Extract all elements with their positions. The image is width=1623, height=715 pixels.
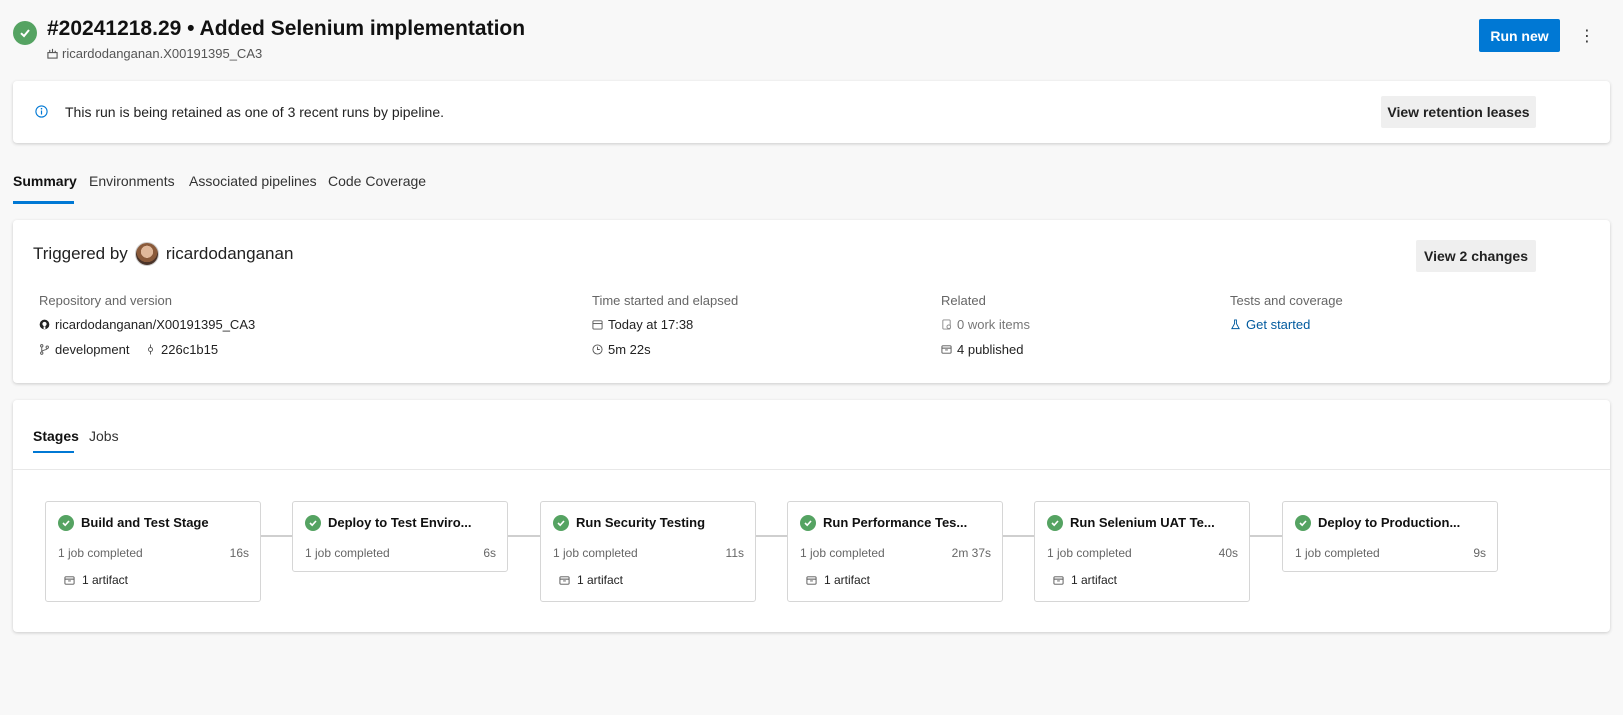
stage-performance-testing[interactable]: Run Performance Tes... 1 job completed 2…	[787, 501, 1003, 602]
stage-artifact-link[interactable]: 1 artifact	[64, 573, 128, 587]
tab-associated-pipelines[interactable]: Associated pipelines	[189, 173, 317, 189]
stage-name: Run Selenium UAT Te...	[1070, 515, 1215, 530]
stage-name: Run Security Testing	[576, 515, 706, 530]
artifact-icon	[941, 345, 952, 354]
related-label: Related	[941, 293, 986, 308]
stage-artifact-text[interactable]: 1 artifact	[824, 573, 870, 587]
tab-environments[interactable]: Environments	[89, 173, 175, 189]
stage-name: Run Performance Tes...	[823, 515, 968, 530]
run-new-button[interactable]: Run new	[1479, 19, 1560, 52]
time-label: Time started and elapsed	[592, 293, 739, 308]
stage-name: Deploy to Production...	[1318, 515, 1461, 530]
stage-connector	[755, 535, 787, 537]
triggered-by: Triggered by ricardodanganan	[33, 242, 293, 266]
artifact-icon	[64, 575, 75, 585]
stage-duration: 6s	[483, 546, 496, 560]
stage-artifact-text[interactable]: 1 artifact	[82, 573, 128, 587]
tab-summary[interactable]: Summary	[13, 173, 77, 189]
success-check-icon	[553, 515, 569, 531]
stage-artifact-text[interactable]: 1 artifact	[577, 573, 623, 587]
flask-icon	[1231, 319, 1240, 330]
time-started: Today at 17:38	[592, 317, 693, 332]
view-retention-leases-button[interactable]: View retention leases	[1381, 96, 1536, 128]
tab-stages[interactable]: Stages	[33, 428, 79, 444]
stage-name: Deploy to Test Enviro...	[328, 515, 472, 530]
retention-message: This run is being retained as one of 3 r…	[65, 104, 445, 120]
pipeline-name[interactable]: ricardodanganan.X00191395_CA3	[62, 46, 262, 61]
artifact-icon	[1053, 575, 1064, 585]
branch-name[interactable]: development	[55, 342, 129, 357]
artifact-icon	[806, 575, 817, 585]
pipeline-breadcrumb[interactable]: ricardodanganan.X00191395_CA3	[47, 46, 262, 61]
stage-connector	[1002, 535, 1034, 537]
avatar[interactable]	[134, 242, 159, 266]
success-check-icon	[1295, 515, 1311, 531]
stage-jobs: 1 job completed	[553, 546, 638, 560]
repo-name[interactable]: ricardodanganan/X00191395_CA3	[55, 317, 255, 332]
stage-selenium-uat[interactable]: Run Selenium UAT Te... 1 job completed 4…	[1034, 501, 1250, 602]
stage-artifact-link[interactable]: 1 artifact	[806, 573, 870, 587]
work-item-icon	[942, 319, 952, 330]
stage-duration: 16s	[229, 546, 249, 560]
repo-label: Repository and version	[39, 293, 172, 308]
commit-link[interactable]: 226c1b15	[145, 342, 218, 357]
elapsed-value: 5m 22s	[608, 342, 651, 357]
stage-duration: 11s	[725, 546, 744, 560]
stage-deploy-to-test[interactable]: Deploy to Test Enviro... 1 job completed…	[292, 501, 508, 572]
clock-icon	[592, 344, 603, 355]
published-value[interactable]: 4 published	[957, 342, 1024, 357]
stages-divider	[13, 469, 1610, 470]
stage-jobs: 1 job completed	[800, 546, 885, 560]
commit-hash[interactable]: 226c1b15	[161, 342, 218, 357]
time-started-value: Today at 17:38	[608, 317, 694, 332]
stage-duration: 2m 37s	[951, 546, 991, 560]
stages-tab-indicator	[33, 451, 74, 453]
branch-icon	[40, 344, 49, 355]
stage-connector	[260, 535, 292, 537]
tab-code-coverage[interactable]: Code Coverage	[328, 173, 426, 189]
success-check-icon	[305, 515, 321, 531]
stage-name: Build and Test Stage	[81, 515, 209, 530]
more-actions-icon[interactable]: ⋮	[1578, 24, 1596, 48]
success-check-icon	[1047, 515, 1063, 531]
triggered-prefix: Triggered by	[33, 244, 128, 263]
stage-jobs: 1 job completed	[1295, 546, 1380, 560]
info-icon	[35, 105, 48, 123]
stage-duration: 9s	[1473, 546, 1486, 560]
stage-artifact-link[interactable]: 1 artifact	[1053, 573, 1117, 587]
github-icon	[39, 319, 50, 330]
success-check-icon	[800, 515, 816, 531]
commit-icon	[148, 344, 153, 355]
pipeline-icon	[47, 48, 58, 59]
branch-link[interactable]: development	[39, 342, 129, 357]
stage-jobs: 1 job completed	[1047, 546, 1132, 560]
get-started-link[interactable]: Get started	[1230, 317, 1310, 332]
stage-build-and-test[interactable]: Build and Test Stage 1 job completed 16s…	[45, 501, 261, 602]
elapsed-time: 5m 22s	[592, 342, 651, 357]
work-items: 0 work items	[941, 317, 1030, 332]
triggered-user[interactable]: ricardodanganan	[166, 244, 294, 264]
stage-artifact-link[interactable]: 1 artifact	[559, 573, 623, 587]
run-success-icon	[13, 21, 37, 45]
success-check-icon	[58, 515, 74, 531]
tab-jobs[interactable]: Jobs	[89, 428, 119, 444]
work-items-value: 0 work items	[957, 317, 1030, 332]
artifact-icon	[559, 575, 570, 585]
tests-label: Tests and coverage	[1230, 293, 1343, 308]
stage-duration: 40s	[1218, 546, 1238, 560]
stage-connector	[1250, 535, 1282, 537]
stage-jobs: 1 job completed	[58, 546, 143, 560]
stage-connector	[508, 535, 540, 537]
calendar-icon	[592, 320, 603, 330]
stage-jobs: 1 job completed	[305, 546, 390, 560]
active-tab-indicator	[13, 201, 74, 204]
get-started-text[interactable]: Get started	[1246, 317, 1310, 332]
page-title: #20241218.29 • Added Selenium implementa…	[47, 17, 526, 40]
published-artifacts[interactable]: 4 published	[941, 342, 1024, 357]
stage-artifact-text[interactable]: 1 artifact	[1071, 573, 1117, 587]
repo-link[interactable]: ricardodanganan/X00191395_CA3	[39, 317, 255, 332]
stage-security-testing[interactable]: Run Security Testing 1 job completed 11s…	[540, 501, 756, 602]
stage-deploy-to-production[interactable]: Deploy to Production... 1 job completed …	[1282, 501, 1498, 572]
view-changes-button[interactable]: View 2 changes	[1416, 240, 1536, 272]
